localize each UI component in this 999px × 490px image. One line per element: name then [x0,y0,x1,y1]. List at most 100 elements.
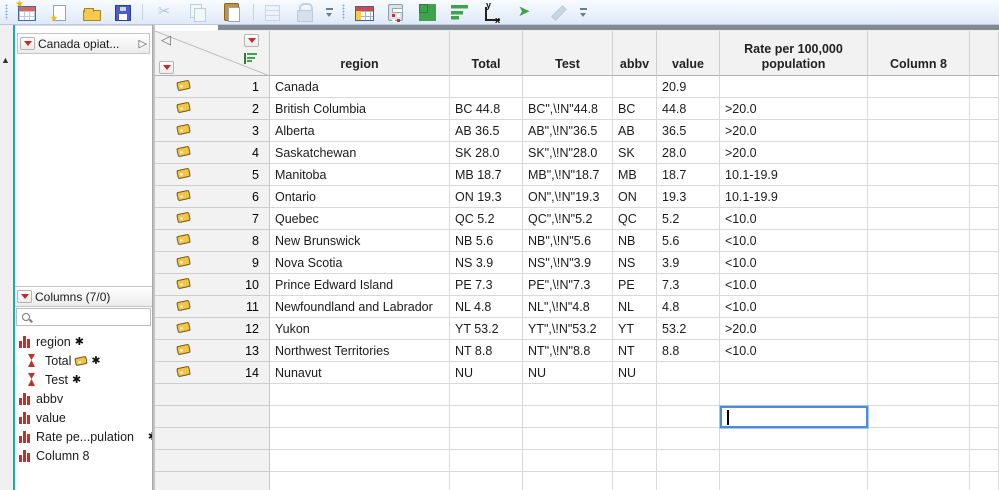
grid-cell[interactable]: NU [613,362,657,384]
grid-cell[interactable] [970,230,999,252]
column-header[interactable]: Test [523,31,613,76]
grid-cell[interactable] [720,428,868,450]
grid-cell[interactable]: Yukon [270,318,450,340]
column-header[interactable]: value [657,31,720,76]
grid-cell[interactable]: AB [613,120,657,142]
grid-cell[interactable] [970,120,999,142]
grid-cell[interactable]: >20.0 [720,142,868,164]
grid-cell[interactable]: 10.1-19.9 [720,164,868,186]
grid-cell[interactable] [970,252,999,274]
graph-bars-icon[interactable] [451,2,471,22]
grid-cell[interactable] [970,76,999,98]
grid-cell[interactable]: QC [613,208,657,230]
fit-y-by-x-icon[interactable] [485,0,500,25]
grid-cell[interactable] [868,384,970,406]
row-header[interactable]: 13 [155,340,270,362]
grid-cell[interactable] [868,164,970,186]
grid-cell[interactable] [720,472,868,490]
grid-cell[interactable] [868,406,970,428]
grid-cell[interactable] [970,384,999,406]
grid-cell[interactable]: MB",\!N"18.7 [523,164,613,186]
selected-cell[interactable] [719,405,869,429]
columns-search-box[interactable] [16,308,151,326]
grid-cell[interactable] [657,406,720,428]
grid-cell[interactable] [523,472,613,490]
grid-cell[interactable]: QC",\!N"5.2 [523,208,613,230]
row-header[interactable] [155,406,270,428]
row-header[interactable]: 10 [155,274,270,296]
save-icon[interactable] [115,5,131,21]
grid-cell[interactable]: PE [613,274,657,296]
grid-cell[interactable] [720,76,868,98]
row-header[interactable]: 2 [155,98,270,120]
grid-cell[interactable]: YT 53.2 [450,318,523,340]
grid-cell[interactable] [868,450,970,472]
grid-cell[interactable] [970,208,999,230]
grid-cell[interactable] [970,340,999,362]
grid-cell[interactable] [523,406,613,428]
grid-cell[interactable]: SK 28.0 [450,142,523,164]
lock-icon[interactable] [294,2,314,22]
grid-cell[interactable]: NL 4.8 [450,296,523,318]
grid-cell[interactable]: YT [613,318,657,340]
grid-cell[interactable]: Manitoba [270,164,450,186]
grid-cell[interactable]: >20.0 [720,120,868,142]
grid-cell[interactable]: SK",\!N"28.0 [523,142,613,164]
column-header[interactable]: Rate per 100,000 population [720,31,868,76]
collapse-columns-icon[interactable]: ◁ [161,32,171,48]
grid-cell[interactable]: Canada [270,76,450,98]
search-input[interactable] [30,311,150,323]
tile-windows-icon[interactable] [417,2,437,22]
grid-cell[interactable]: ON",\!N"19.3 [523,186,613,208]
grid-cell[interactable]: QC 5.2 [450,208,523,230]
grid-cell[interactable]: 20.9 [657,76,720,98]
grid-cell[interactable]: Saskatchewan [270,142,450,164]
grid-cell[interactable]: British Columbia [270,98,450,120]
grid-cell[interactable] [450,384,523,406]
rows-menu-button[interactable] [159,61,174,74]
new-script-icon[interactable] [50,5,66,24]
grid-cell[interactable]: PE",\!N"7.3 [523,274,613,296]
grid-cell[interactable] [970,428,999,450]
grid-cell[interactable]: NT 8.8 [450,340,523,362]
grid-cell[interactable] [613,428,657,450]
open-file-icon[interactable] [83,8,101,21]
grid-cell[interactable]: Newfoundland and Labrador [270,296,450,318]
toolbar-overflow-button[interactable] [325,5,335,19]
grid-cell[interactable] [657,450,720,472]
row-header[interactable] [155,450,270,472]
grid-cell[interactable] [970,406,999,428]
column-arrange-icon[interactable] [243,53,257,64]
column-header[interactable]: abbv [613,31,657,76]
grid-cell[interactable] [270,428,450,450]
disclosure-icon[interactable]: ▷ [139,37,147,50]
grid-cell[interactable]: ON [613,186,657,208]
grid-cell[interactable] [450,406,523,428]
grid-cell[interactable] [613,76,657,98]
grid-cell[interactable]: 44.8 [657,98,720,120]
column-list-item[interactable]: value [15,408,152,427]
grid-cell[interactable]: NL [613,296,657,318]
grid-cell[interactable] [657,384,720,406]
column-list-item[interactable]: abbv [15,389,152,408]
join-tables-icon[interactable]: ➤ [514,2,534,22]
grid-cell[interactable]: MB 18.7 [450,164,523,186]
grid-cell[interactable] [868,142,970,164]
column-header-empty[interactable] [970,31,999,76]
grid-cell[interactable] [868,252,970,274]
grid-cell[interactable] [270,384,450,406]
data-table-icon[interactable] [355,6,374,21]
cut-icon[interactable]: ✂ [154,2,174,22]
dock-collapse-icon[interactable]: ▲ [1,55,10,65]
grid-cell[interactable]: 4.8 [657,296,720,318]
grid-cell[interactable]: 28.0 [657,142,720,164]
row-header[interactable]: 9 [155,252,270,274]
grid-cell[interactable]: 19.3 [657,186,720,208]
grid-cell[interactable] [657,428,720,450]
grid-cell[interactable] [720,362,868,384]
grid-cell[interactable] [450,472,523,490]
grid-cell[interactable]: 5.6 [657,230,720,252]
grid-cell[interactable]: New Brunswick [270,230,450,252]
column-list-item[interactable]: Column 8 [15,446,152,465]
column-list-item[interactable]: Test ✱ [15,370,152,389]
